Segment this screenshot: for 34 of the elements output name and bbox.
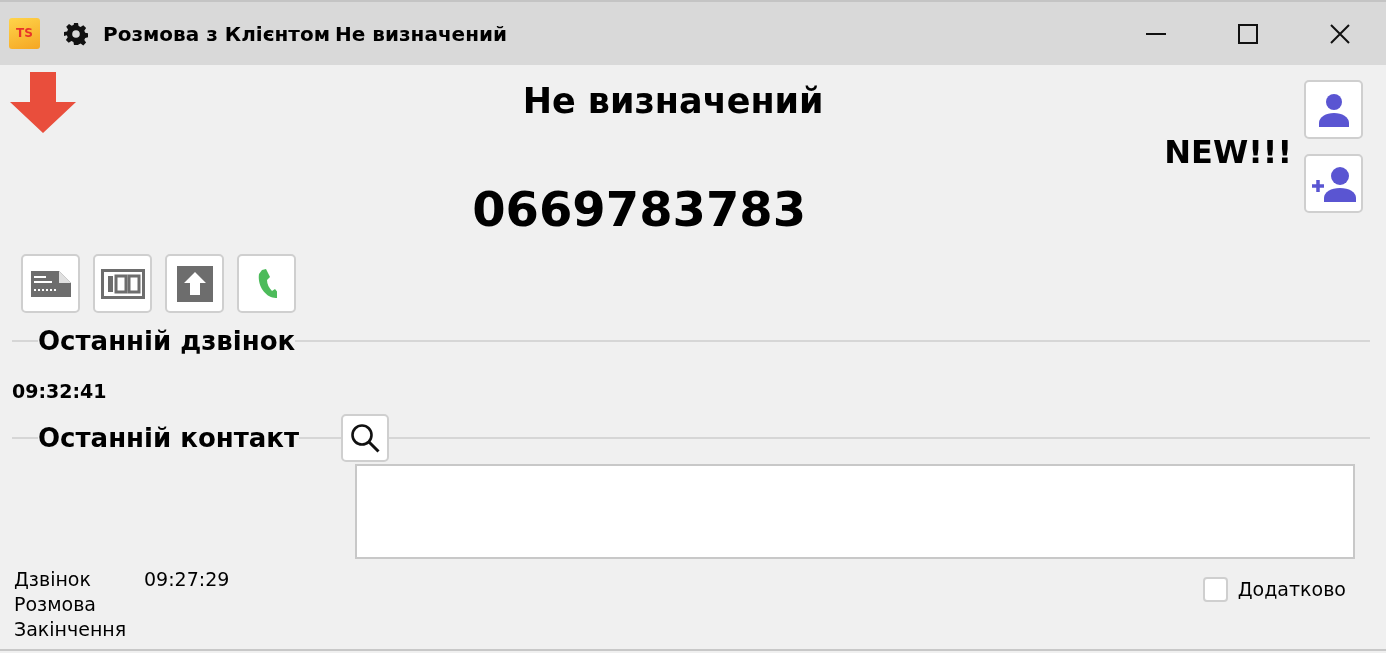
gear-icon xyxy=(64,21,88,46)
note-field[interactable] xyxy=(355,464,1355,559)
search-button[interactable] xyxy=(341,414,390,462)
toolbar-button[interactable] xyxy=(21,254,80,313)
section-heading: Останній дзвінок xyxy=(38,325,296,358)
last-call-time: 09:32:41 xyxy=(12,380,107,402)
toolbar-button[interactable] xyxy=(165,254,224,313)
section-heading: Останній контакт xyxy=(38,422,300,455)
caller-phone: 0669783783 xyxy=(472,181,807,237)
toolbar-button[interactable] xyxy=(93,254,152,313)
window-title: Розмова з Клієнтом xyxy=(103,20,330,47)
person-icon xyxy=(1316,92,1351,127)
down-arrow-icon xyxy=(10,72,76,133)
phone-icon xyxy=(256,268,277,299)
minimize-icon xyxy=(1146,32,1166,35)
window-subtitle: Не визначений xyxy=(335,20,508,47)
extra-checkbox[interactable] xyxy=(1202,577,1228,602)
client-button[interactable] xyxy=(1304,80,1363,139)
upload-icon xyxy=(176,265,213,302)
time-label: Розмова xyxy=(14,592,97,617)
counter-icon xyxy=(100,268,145,299)
add-client-button[interactable] xyxy=(1304,154,1363,213)
time-value: 09:27:29 xyxy=(144,567,230,592)
app-logo: TS xyxy=(9,18,40,49)
time-label: Закінчення xyxy=(14,617,128,642)
search-icon xyxy=(350,423,381,453)
person-add-icon xyxy=(1310,165,1357,202)
caller-name: Не визначений xyxy=(522,81,824,121)
card-icon xyxy=(30,270,71,297)
new-label: NEW!!! xyxy=(1164,132,1292,171)
maximize-icon xyxy=(1238,23,1258,44)
checkbox-label: Додатково xyxy=(1237,577,1346,602)
close-icon xyxy=(1330,23,1350,44)
time-label: Дзвінок xyxy=(14,567,92,592)
